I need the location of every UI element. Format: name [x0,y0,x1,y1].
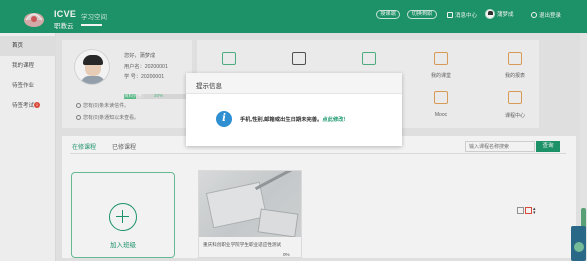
dialog-header: 提示信息 [186,73,402,94]
info-icon: i [216,111,232,127]
dialog-message: 手机,性别,邮箱或出生日期未完善。点此修改! [240,115,345,123]
dialog-title: 提示信息 [196,83,222,90]
dialog-message-text: 手机,性别,邮箱或出生日期未完善。 [240,117,323,123]
edit-profile-link[interactable]: 点此修改! [322,117,345,123]
info-dialog: 提示信息 i 手机,性别,邮箱或出生日期未完善。点此修改! [186,73,402,146]
